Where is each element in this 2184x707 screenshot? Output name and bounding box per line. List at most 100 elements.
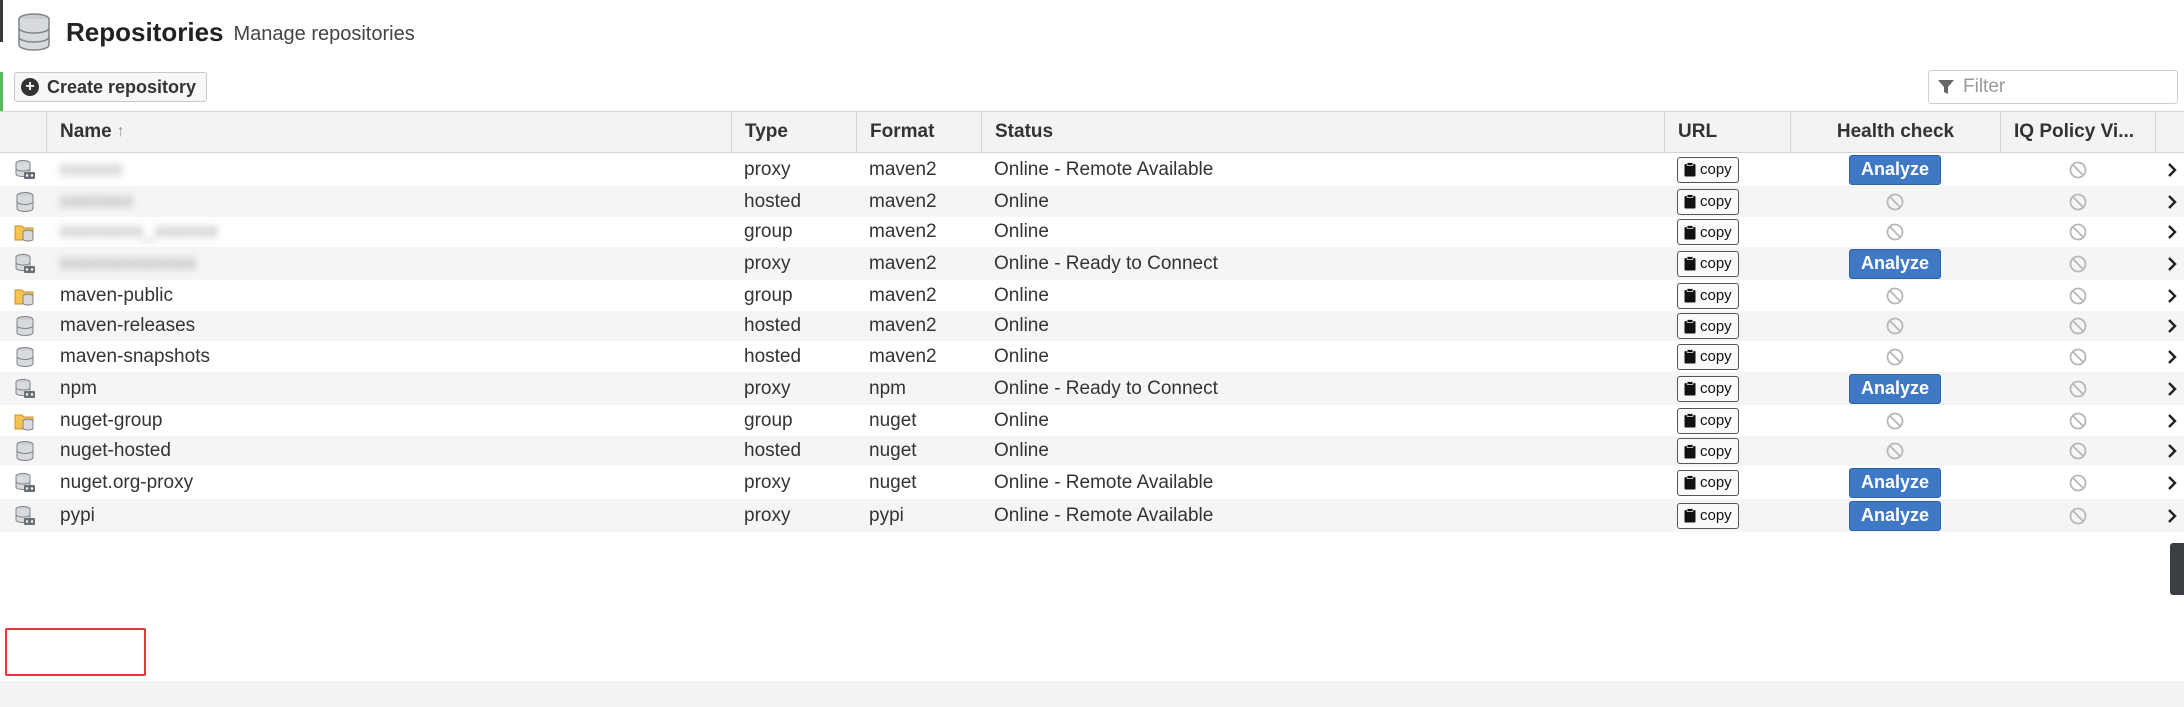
repository-name: maven-public [60, 280, 173, 311]
table-row[interactable]: pypi proxy pypi Online - Remote Available co… [0, 499, 2184, 532]
table-row[interactable]: maven-snapshots hosted maven2 Online copy [0, 341, 2184, 372]
clipboard-icon [1684, 194, 1700, 209]
copy-url-button[interactable]: copy [1677, 438, 1739, 464]
column-header-url[interactable]: URL [1664, 112, 1790, 152]
funnel-icon [1938, 80, 1954, 94]
group-repository-icon [14, 280, 36, 311]
not-available-icon [1885, 347, 1905, 367]
table-row[interactable]: nuget.org-proxy proxy nuget Online - Remote… [0, 466, 2184, 499]
not-available-icon [2068, 411, 2088, 431]
column-header-name[interactable]: Name ↑ [46, 112, 732, 152]
analyze-button[interactable]: Analyze [1848, 500, 1942, 531]
column-url-label: URL [1678, 121, 1718, 142]
repository-type: hosted [744, 315, 802, 336]
group-repository-icon [14, 405, 36, 436]
repository-status: Online [994, 409, 1049, 431]
page-subtitle: Manage repositories [233, 22, 415, 45]
clipboard-icon [1684, 443, 1700, 459]
table-row[interactable]: xxxxxxx hosted maven2 Online copy [0, 186, 2184, 217]
analyze-button[interactable]: Analyze [1848, 467, 1942, 498]
filter-box[interactable] [1928, 70, 2178, 104]
row-detail-chevron-icon[interactable] [2160, 247, 2184, 280]
copy-url-button[interactable]: copy [1677, 250, 1739, 277]
row-detail-chevron-icon[interactable] [2160, 436, 2184, 466]
repository-format: maven2 [869, 252, 937, 274]
iq-policy-cell [2000, 405, 2155, 436]
copy-url-button[interactable]: copy [1677, 407, 1739, 434]
repository-name-text: maven-public [60, 284, 173, 306]
column-header-iq-policy[interactable]: IQ Policy Vi... [2000, 112, 2155, 152]
copy-url-button[interactable]: copy [1677, 188, 1739, 215]
copy-url-button[interactable]: copy [1677, 313, 1739, 339]
table-row[interactable]: nuget-hosted hosted nuget Online copy [0, 436, 2184, 466]
repositories-grid: Name ↑ Type Format Status URL Health che… [0, 111, 2184, 532]
health-check-cell [1790, 280, 2000, 311]
table-row[interactable]: xxxxxxxxxxxxx proxy maven2 Online - Ready t… [0, 247, 2184, 280]
health-check-cell [1790, 186, 2000, 217]
analyze-button[interactable]: Analyze [1848, 373, 1942, 404]
row-detail-chevron-icon[interactable] [2160, 186, 2184, 217]
column-header-type[interactable]: Type [731, 112, 856, 152]
repository-type: proxy [744, 471, 791, 493]
row-detail-chevron-icon[interactable] [2160, 341, 2184, 372]
copy-url-button[interactable]: copy [1677, 375, 1739, 402]
table-row[interactable]: maven-public group maven2 Online copy [0, 280, 2184, 311]
copy-url-button[interactable]: copy [1677, 502, 1739, 529]
row-detail-chevron-icon[interactable] [2160, 217, 2184, 247]
column-header-menu[interactable] [2155, 112, 2184, 152]
row-detail-chevron-icon[interactable] [2160, 372, 2184, 405]
iq-policy-cell [2000, 499, 2155, 532]
repository-format: maven2 [869, 284, 937, 306]
hosted-repository-icon [14, 436, 36, 466]
filter-input[interactable] [1963, 76, 2163, 98]
analyze-button[interactable]: Analyze [1848, 154, 1942, 185]
repository-format: nuget [869, 440, 917, 461]
copy-label: copy [1700, 442, 1732, 460]
repository-format: maven2 [869, 345, 937, 367]
table-row[interactable]: npm proxy npm Online - Ready to Connect copy… [0, 372, 2184, 405]
repository-type: hosted [744, 345, 802, 367]
side-panel-handle[interactable] [2170, 543, 2184, 595]
copy-url-button[interactable]: copy [1677, 156, 1739, 183]
table-row[interactable]: xxxxxxxx_xxxxxx group maven2 Online copy [0, 217, 2184, 247]
left-edge-bar [0, 0, 3, 42]
row-detail-chevron-icon[interactable] [2160, 466, 2184, 499]
analyze-button[interactable]: Analyze [1848, 248, 1942, 279]
copy-url-button[interactable]: copy [1677, 219, 1739, 245]
health-check-cell [1790, 311, 2000, 341]
table-row[interactable]: maven-releases hosted maven2 Online copy [0, 311, 2184, 341]
copy-url-button[interactable]: copy [1677, 469, 1739, 496]
not-available-icon [1885, 286, 1905, 306]
not-available-icon [2068, 316, 2088, 336]
not-available-icon [2068, 222, 2088, 242]
create-repository-button[interactable]: + Create repository [14, 72, 208, 102]
repository-name-text: nuget.org-proxy [60, 471, 194, 493]
copy-url-button[interactable]: copy [1677, 282, 1739, 309]
copy-label: copy [1700, 193, 1732, 210]
column-header-health-check[interactable]: Health check [1790, 112, 2000, 152]
repository-status: Online [994, 221, 1049, 242]
row-detail-chevron-icon[interactable] [2160, 405, 2184, 436]
not-available-icon [2068, 160, 2088, 180]
row-detail-chevron-icon[interactable] [2160, 311, 2184, 341]
health-check-cell [1790, 341, 2000, 372]
url-cell: copy [1677, 247, 1739, 280]
row-detail-chevron-icon[interactable] [2160, 280, 2184, 311]
repository-format: nuget [869, 409, 917, 431]
column-name-label: Name [60, 121, 112, 142]
not-available-icon [2068, 506, 2088, 526]
row-detail-chevron-icon[interactable] [2160, 153, 2184, 186]
table-row[interactable]: xxxxxx proxy maven2 Online - Remote Availab… [0, 153, 2184, 186]
not-available-icon [1885, 411, 1905, 431]
copy-label: copy [1700, 412, 1732, 429]
table-row[interactable]: nuget-group group nuget Online copy [0, 405, 2184, 436]
copy-url-button[interactable]: copy [1677, 343, 1739, 370]
row-detail-chevron-icon[interactable] [2160, 499, 2184, 532]
clipboard-icon [1684, 162, 1700, 177]
url-cell: copy [1677, 217, 1739, 247]
column-header-status[interactable]: Status [981, 112, 1664, 152]
proxy-repository-icon [14, 499, 36, 532]
column-header-format[interactable]: Format [856, 112, 981, 152]
copy-label: copy [1700, 317, 1732, 335]
hosted-repository-icon [14, 186, 36, 217]
